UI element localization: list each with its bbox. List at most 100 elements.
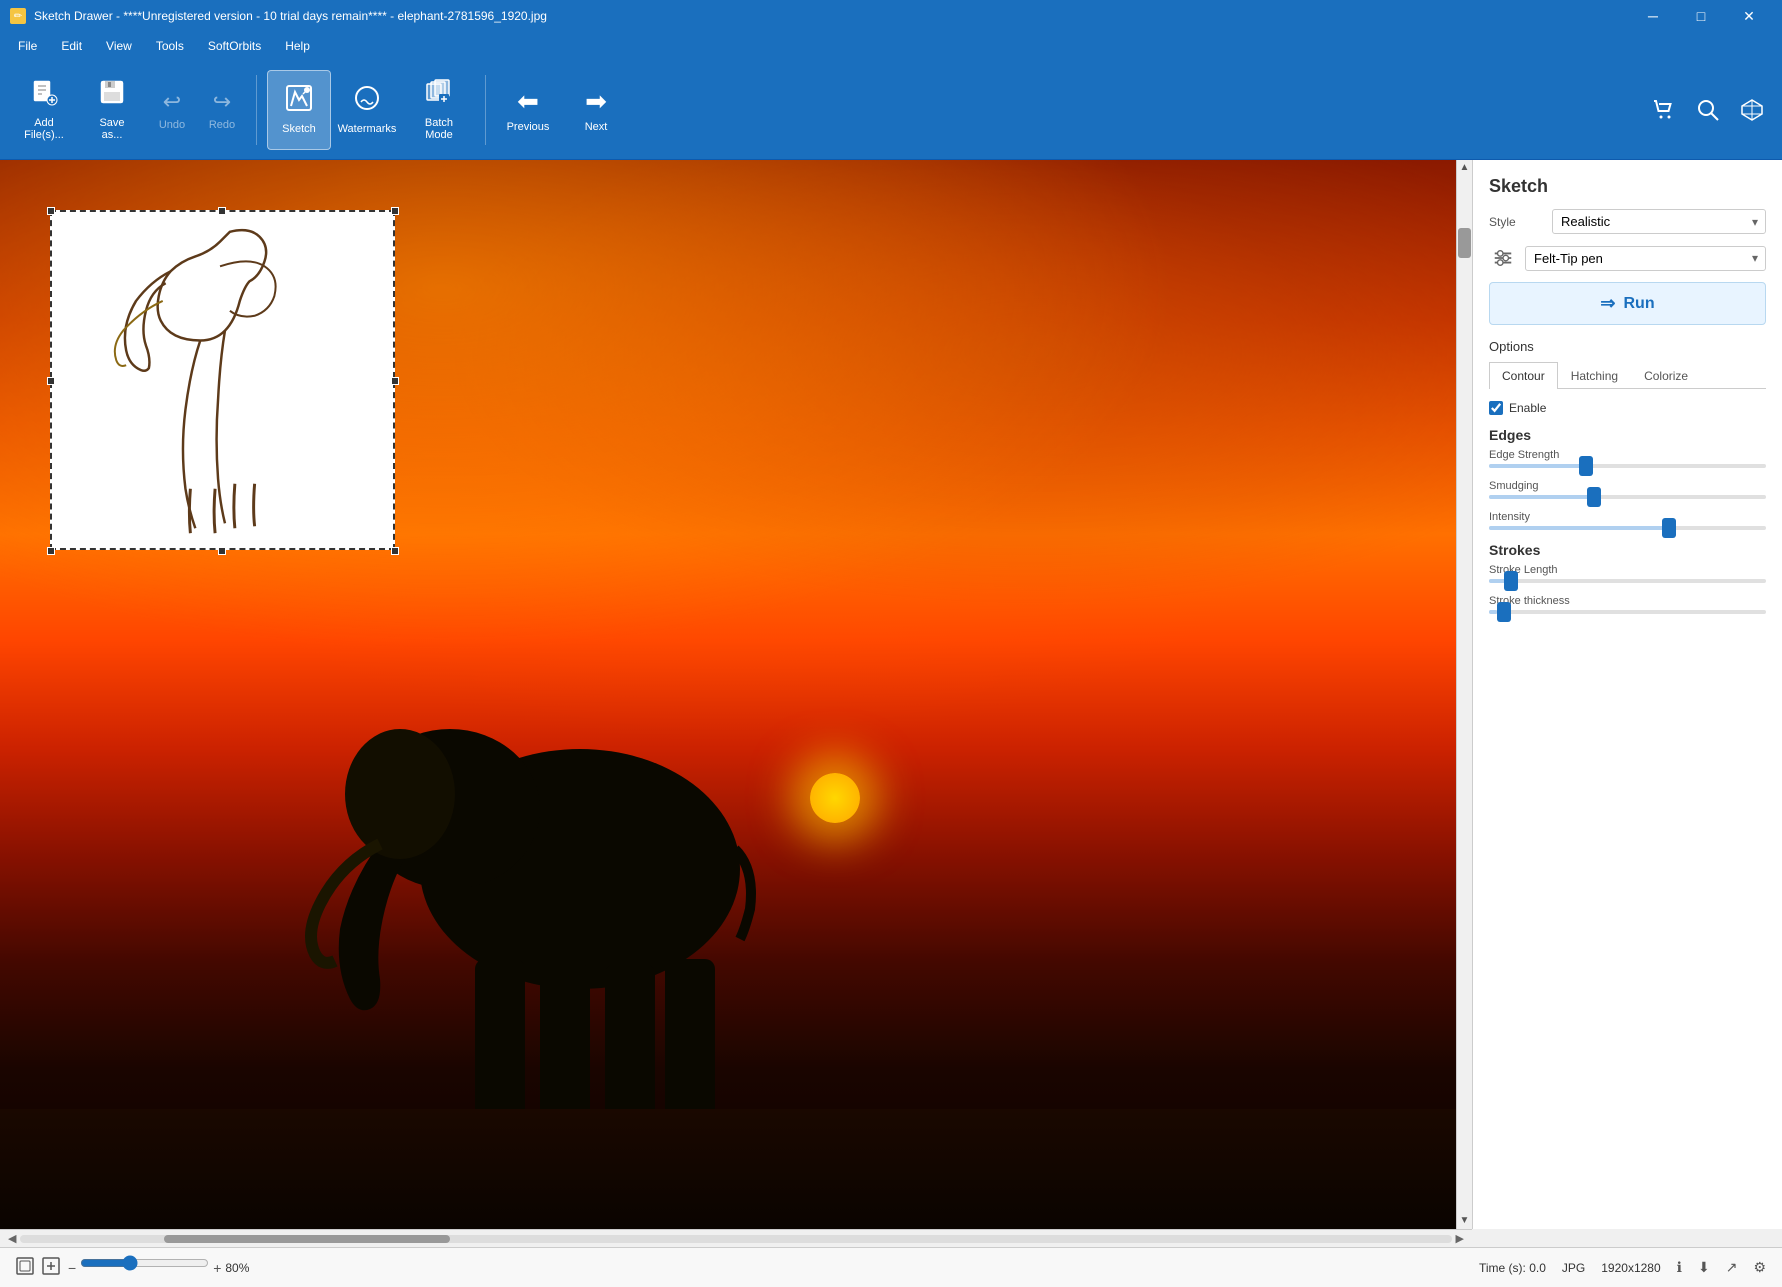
stroke-thickness-label: Stroke thickness <box>1489 595 1766 607</box>
previous-icon: ⬅ <box>517 86 539 117</box>
settings-icon[interactable]: ⚙ <box>1753 1259 1766 1276</box>
watermarks-label: Watermarks <box>338 123 397 135</box>
batch-mode-icon <box>425 78 453 113</box>
style-row: Style Realistic Pencil Charcoal Ink <box>1489 209 1766 234</box>
menu-tools[interactable]: Tools <box>146 35 194 57</box>
download-icon[interactable]: ⬇ <box>1698 1259 1710 1276</box>
menu-softorbits[interactable]: SoftOrbits <box>198 35 271 57</box>
add-file-label: Add File(s)... <box>24 117 64 141</box>
scroll-down-button[interactable]: ▼ <box>1457 1213 1472 1229</box>
watermarks-icon <box>353 84 381 119</box>
edge-strength-label: Edge Strength <box>1489 449 1766 461</box>
stroke-thickness-fill <box>1489 610 1497 614</box>
tab-hatching[interactable]: Hatching <box>1558 362 1631 389</box>
fit-screen-icon[interactable] <box>16 1257 34 1278</box>
scroll-track[interactable] <box>1457 176 1472 1213</box>
stroke-length-label: Stroke Length <box>1489 564 1766 576</box>
menu-file[interactable]: File <box>8 35 47 57</box>
smudging-fill <box>1489 495 1594 499</box>
3d-icon[interactable] <box>1734 92 1770 128</box>
zoom-in-button[interactable]: + <box>213 1260 221 1276</box>
selection-handle-bm[interactable] <box>218 547 226 555</box>
cart-icon[interactable] <box>1646 92 1682 128</box>
maximize-button[interactable]: □ <box>1678 0 1724 32</box>
elephant-silhouette-container <box>300 549 800 1149</box>
title-bar: ✏ Sketch Drawer - ****Unregistered versi… <box>0 0 1782 32</box>
h-scroll-thumb[interactable] <box>164 1235 450 1243</box>
menu-help[interactable]: Help <box>275 35 320 57</box>
enable-label: Enable <box>1509 401 1546 415</box>
redo-label: Redo <box>209 119 235 131</box>
menu-edit[interactable]: Edit <box>51 35 92 57</box>
info-icon[interactable]: ℹ <box>1677 1259 1682 1276</box>
run-button[interactable]: ⇒ Run <box>1489 282 1766 325</box>
stroke-thickness-thumb[interactable] <box>1497 602 1511 622</box>
edge-strength-thumb[interactable] <box>1579 456 1593 476</box>
batch-mode-button[interactable]: Batch Mode <box>403 70 475 150</box>
selection-handle-tr[interactable] <box>391 207 399 215</box>
save-as-label: Save as... <box>99 117 124 141</box>
selection-handle-tm[interactable] <box>218 207 226 215</box>
options-tabs: Contour Hatching Colorize <box>1489 362 1766 389</box>
intensity-label: Intensity <box>1489 511 1766 523</box>
presets-icon[interactable] <box>1489 244 1517 272</box>
vertical-scrollbar[interactable]: ▲ ▼ <box>1456 160 1472 1229</box>
scroll-up-button[interactable]: ▲ <box>1457 160 1472 176</box>
status-bar: − + 80% Time (s): 0.0 JPG 1920x1280 ℹ ⬇ … <box>0 1247 1782 1287</box>
zoom-out-button[interactable]: − <box>68 1260 76 1276</box>
intensity-thumb[interactable] <box>1662 518 1676 538</box>
edge-strength-track <box>1489 464 1766 468</box>
next-button[interactable]: ➡ Next <box>564 70 628 150</box>
style-select[interactable]: Realistic Pencil Charcoal Ink <box>1552 209 1766 234</box>
scroll-right-button[interactable]: ▶ <box>1452 1232 1468 1245</box>
stroke-length-section: Stroke Length <box>1489 564 1766 583</box>
share-icon[interactable]: ↗ <box>1726 1259 1738 1276</box>
scroll-thumb[interactable] <box>1458 228 1471 258</box>
menu-view[interactable]: View <box>96 35 142 57</box>
menu-bar: File Edit View Tools SoftOrbits Help <box>0 32 1782 60</box>
edge-strength-section: Edge Strength <box>1489 449 1766 468</box>
stroke-length-track <box>1489 579 1766 583</box>
canvas-area[interactable]: ▲ ▼ <box>0 160 1472 1229</box>
intensity-section: Intensity <box>1489 511 1766 530</box>
minimize-button[interactable]: ─ <box>1630 0 1676 32</box>
run-label: Run <box>1623 295 1654 313</box>
stroke-length-thumb[interactable] <box>1504 571 1518 591</box>
close-button[interactable]: ✕ <box>1726 0 1772 32</box>
save-as-button[interactable]: Save as... <box>80 70 144 150</box>
ground <box>0 1109 1472 1229</box>
options-label: Options <box>1489 339 1766 354</box>
toolbar-separator-1 <box>256 75 257 145</box>
undo-button[interactable]: ↩ Undo <box>148 70 196 150</box>
selection-handle-ml[interactable] <box>47 377 55 385</box>
status-right: Time (s): 0.0 JPG 1920x1280 ℹ ⬇ ↗ ⚙ <box>1479 1259 1766 1276</box>
presets-select[interactable]: Felt-Tip pen Pencil Sketch Charcoal Fine… <box>1525 246 1766 271</box>
selection-handle-tl[interactable] <box>47 207 55 215</box>
selection-handle-mr[interactable] <box>391 377 399 385</box>
tab-contour[interactable]: Contour <box>1489 362 1558 389</box>
redo-button[interactable]: ↪ Redo <box>198 70 246 150</box>
actual-size-icon[interactable] <box>42 1257 60 1278</box>
add-file-button[interactable]: Add File(s)... <box>12 70 76 150</box>
tab-colorize[interactable]: Colorize <box>1631 362 1701 389</box>
smudging-track <box>1489 495 1766 499</box>
next-icon: ➡ <box>585 86 607 117</box>
undo-label: Undo <box>159 119 185 131</box>
strokes-heading: Strokes <box>1489 542 1766 558</box>
sketch-icon <box>285 84 313 119</box>
sketch-button[interactable]: Sketch <box>267 70 331 150</box>
smudging-thumb[interactable] <box>1587 487 1601 507</box>
h-scroll-track[interactable] <box>20 1235 1451 1243</box>
horizontal-scrollbar: ◀ ▶ <box>0 1229 1472 1247</box>
zoom-slider[interactable] <box>80 1255 209 1271</box>
zoom-controls: − + 80% <box>68 1255 249 1281</box>
watermarks-button[interactable]: Watermarks <box>335 70 399 150</box>
selection-handle-bl[interactable] <box>47 547 55 555</box>
previous-label: Previous <box>507 121 550 133</box>
enable-checkbox[interactable] <box>1489 401 1503 415</box>
scroll-left-button[interactable]: ◀ <box>4 1232 20 1245</box>
previous-button[interactable]: ⬅ Previous <box>496 70 560 150</box>
toolbar-right-icons <box>1646 92 1770 128</box>
search-icon[interactable] <box>1690 92 1726 128</box>
dimensions-display: 1920x1280 <box>1601 1261 1660 1275</box>
